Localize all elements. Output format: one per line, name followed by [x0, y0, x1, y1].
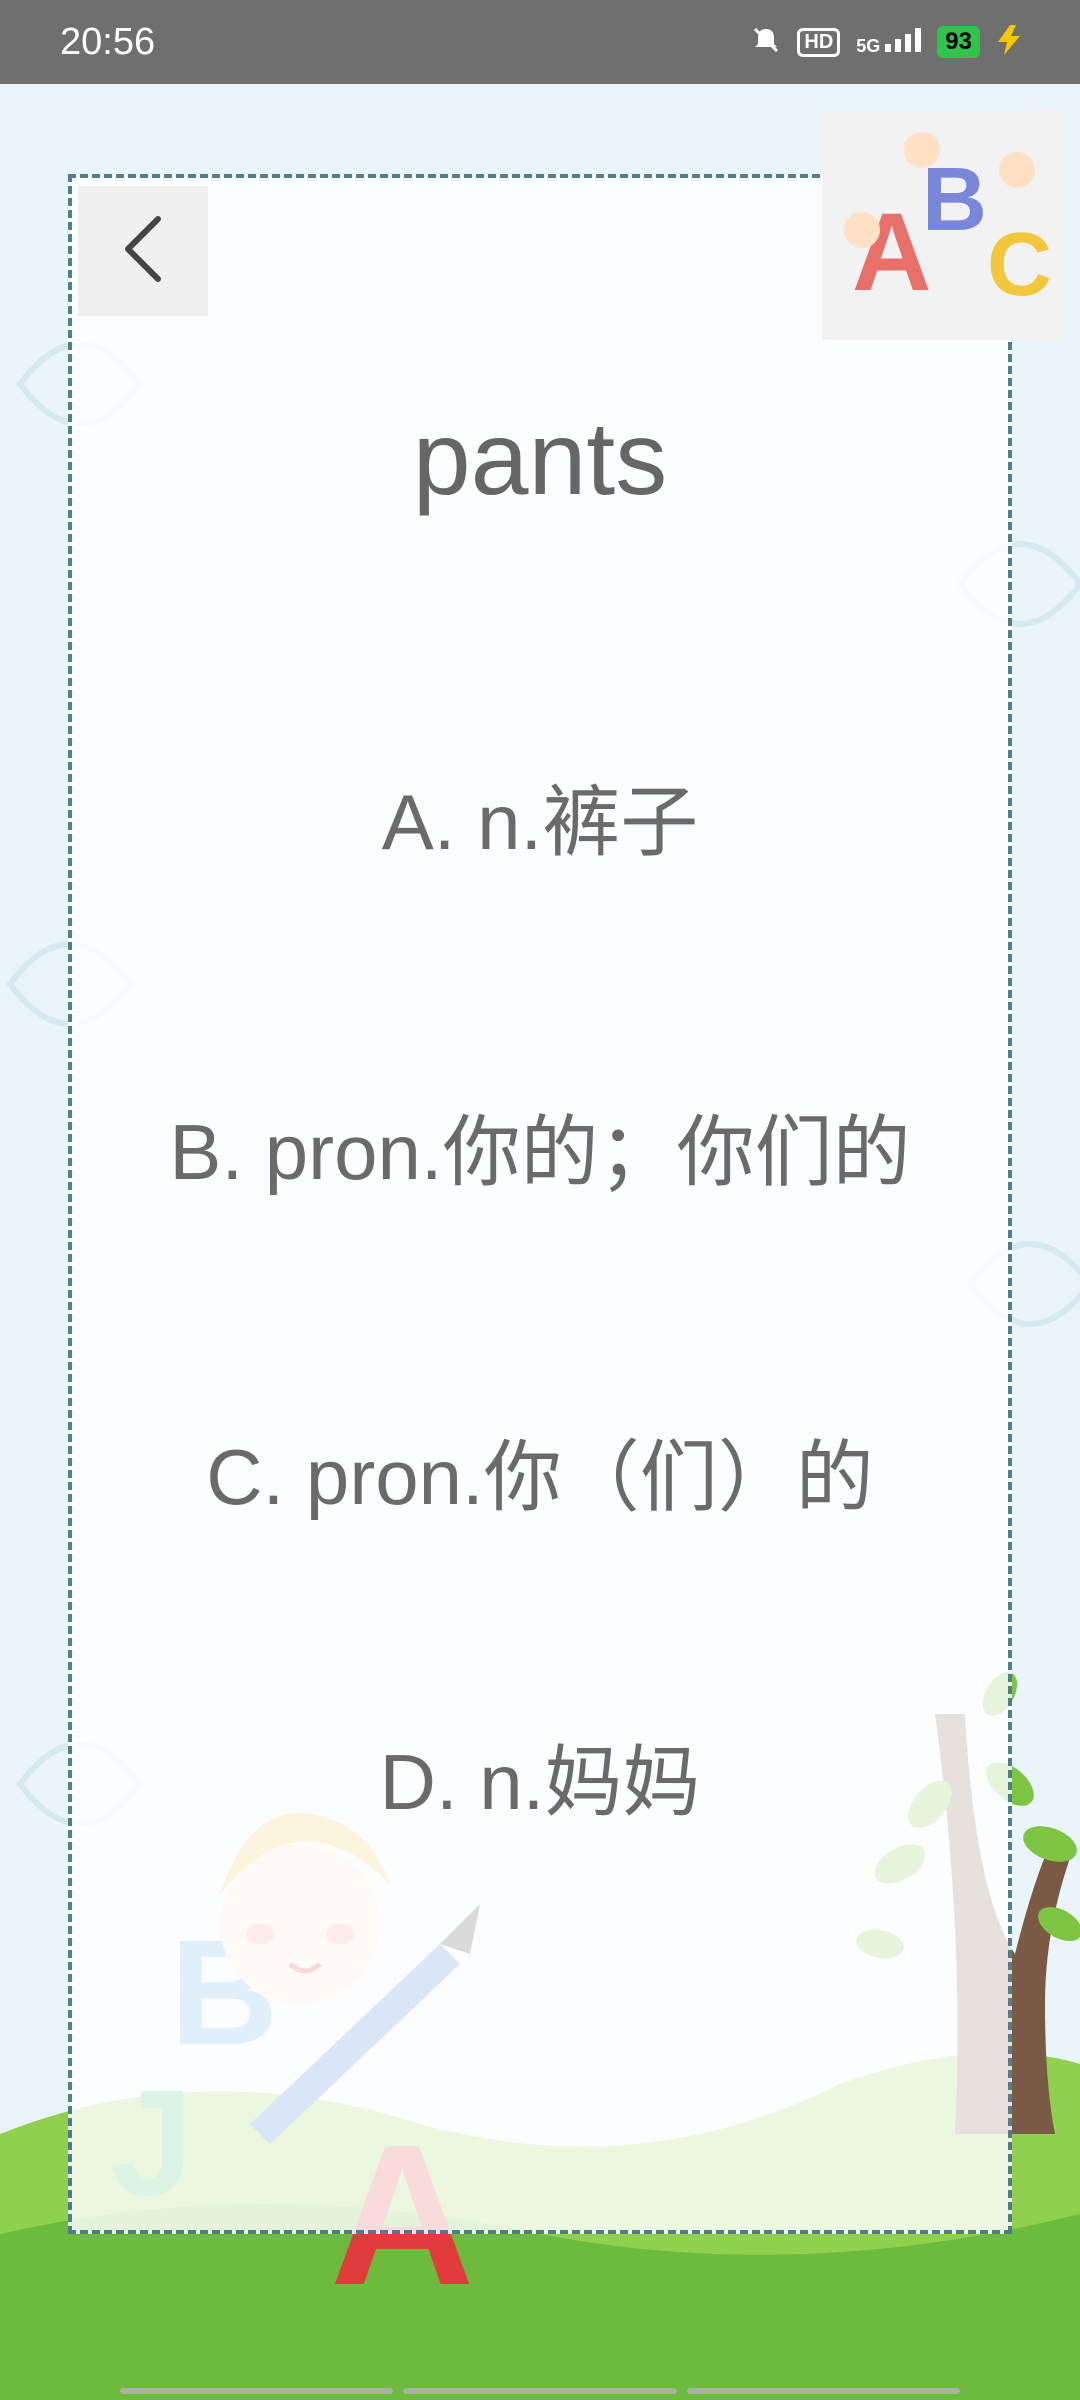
gesture-segment	[403, 2388, 677, 2394]
option-b[interactable]: B. pron.你的；你们的	[68, 1090, 1012, 1202]
signal-icon: 5G	[856, 27, 922, 57]
status-icons: HD 5G 93	[751, 25, 1022, 59]
abc-kids-decoration: A B C	[822, 110, 1062, 340]
back-button[interactable]	[78, 186, 208, 316]
quiz-word: pants	[412, 401, 668, 517]
option-d[interactable]: D. n.妈妈	[68, 1720, 1012, 1832]
network-label: 5G	[856, 35, 881, 56]
chevron-left-icon	[113, 209, 173, 293]
mute-icon	[751, 25, 781, 59]
svg-text:C: C	[987, 215, 1052, 315]
hd-icon: HD	[797, 27, 841, 57]
option-a[interactable]: A. n.裤子	[68, 760, 1012, 872]
option-c[interactable]: C. pron.你（们）的	[68, 1415, 1012, 1527]
status-bar: 20:56 HD 5G 93	[0, 0, 1080, 84]
charging-icon	[996, 25, 1022, 59]
status-time: 20:56	[60, 20, 156, 63]
gesture-segment	[120, 2388, 394, 2394]
battery-icon: 93	[937, 26, 980, 58]
gesture-bar	[120, 2388, 960, 2394]
svg-text:A: A	[852, 191, 931, 314]
gesture-segment	[686, 2388, 960, 2394]
